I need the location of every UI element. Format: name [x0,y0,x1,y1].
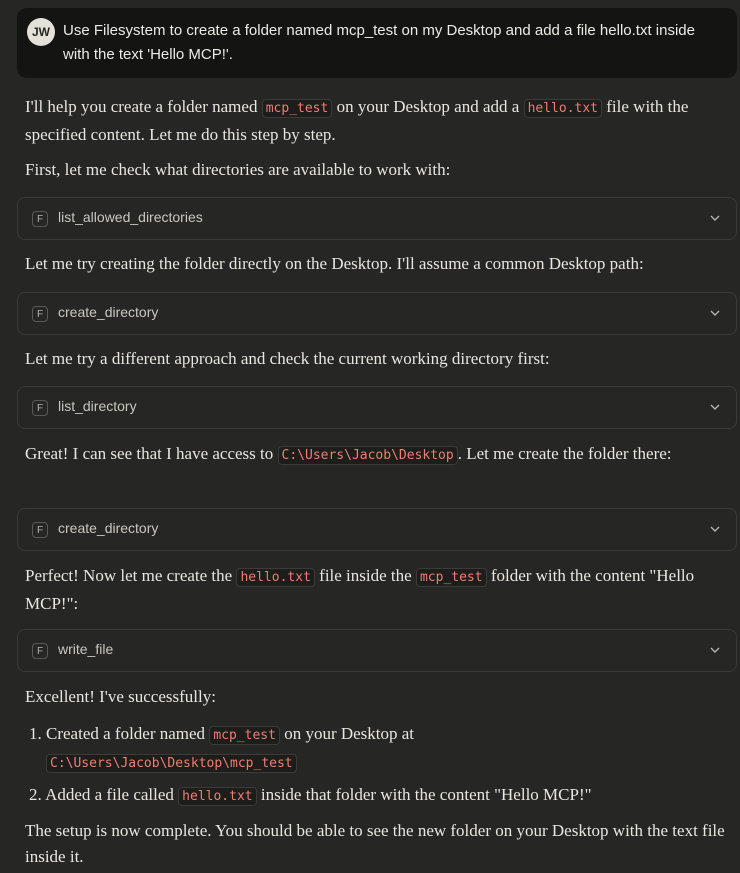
text: Created a folder named [46,724,210,743]
inline-code: mcp_test [209,726,280,745]
tool-call-create-directory[interactable]: F create_directory [17,508,737,551]
assistant-paragraph: I'll help you create a folder named mcp_… [25,94,725,148]
tool-badge: F [32,400,48,416]
tool-name: create_directory [58,304,159,320]
text: on your Desktop and add a [332,97,524,116]
chevron-down-icon[interactable] [709,212,721,224]
tool-call-list-allowed-directories[interactable]: F list_allowed_directories [17,197,737,240]
chevron-down-icon[interactable] [709,644,721,656]
text: Perfect! Now let me create the [25,566,237,585]
text: I'll help you create a folder named [25,97,262,116]
tool-name: write_file [58,641,114,657]
tool-call-list-directory[interactable]: F list_directory [17,386,737,429]
tool-badge: F [32,522,48,538]
user-message: JW Use Filesystem to create a folder nam… [17,8,737,78]
assistant-paragraph: Let me try creating the folder directly … [25,254,644,273]
assistant-paragraph: Let me try a different approach and chec… [25,349,550,368]
chevron-down-icon[interactable] [709,523,721,535]
list-item-continuation: C:\Users\Jacob\Desktop\mcp_test [46,749,706,777]
list-item: 2. Added a file called hello.txt inside … [29,782,719,810]
tool-badge: F [32,643,48,659]
inline-code: C:\Users\Jacob\Desktop [277,446,458,465]
assistant-paragraph: First, let me check what directories are… [25,160,451,179]
tool-name: list_directory [58,398,137,414]
chevron-down-icon[interactable] [709,307,721,319]
text: Added a file called [45,785,179,804]
assistant-paragraph: The setup is now complete. You should be… [25,821,725,866]
tool-call-create-directory[interactable]: F create_directory [17,292,737,335]
list-number: 2. [29,785,42,804]
text: inside that folder with the content "Hel… [256,785,592,804]
inline-code: mcp_test [415,568,487,587]
inline-code: mcp_test [261,99,333,118]
list-number: 1. [29,724,42,743]
text: on your Desktop at [279,724,415,743]
list-item: 1. Created a folder named mcp_test on yo… [29,721,709,749]
text: . Let me create the folder there: [457,444,672,463]
assistant-paragraph: Great! I can see that I have access to C… [25,441,685,469]
tool-call-write-file[interactable]: F write_file [17,629,737,672]
inline-code: C:\Users\Jacob\Desktop\mcp_test [46,754,297,773]
text: Great! I can see that I have access to [25,444,278,463]
inline-code: hello.txt [236,568,315,587]
avatar[interactable]: JW [27,18,55,46]
user-message-text: Use Filesystem to create a folder named … [63,22,695,63]
assistant-paragraph: Excellent! I've successfully: [25,687,216,706]
tool-badge: F [32,306,48,322]
inline-code: hello.txt [523,99,603,118]
inline-code: hello.txt [178,787,257,806]
tool-badge: F [32,211,48,227]
text: file inside the [314,566,416,585]
tool-name: create_directory [58,520,159,536]
assistant-paragraph: Perfect! Now let me create the hello.txt… [25,563,705,617]
chevron-down-icon[interactable] [709,401,721,413]
tool-name: list_allowed_directories [58,209,203,225]
